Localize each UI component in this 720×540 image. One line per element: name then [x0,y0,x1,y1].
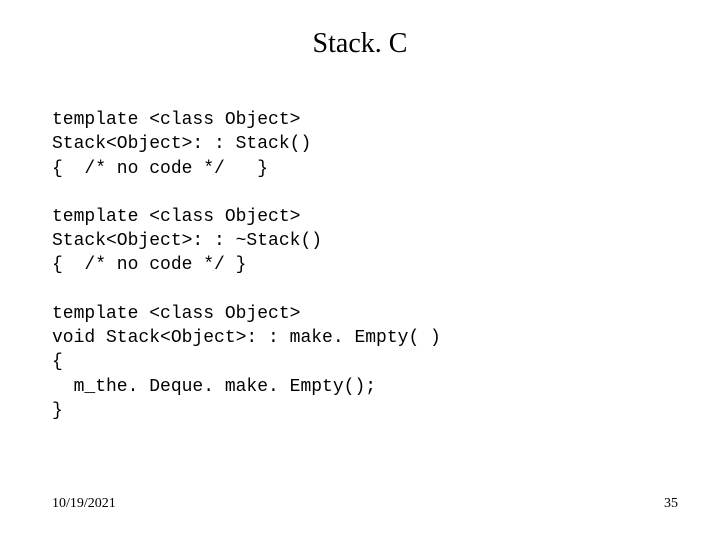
code-block-2: template <class Object> Stack<Object>: :… [52,205,672,278]
slide-body: template <class Object> Stack<Object>: :… [52,108,672,447]
footer-page-number: 35 [664,496,678,512]
code-block-3: template <class Object> void Stack<Objec… [52,302,672,423]
footer-date: 10/19/2021 [52,496,116,512]
slide: Stack. C template <class Object> Stack<O… [0,0,720,540]
slide-title: Stack. C [0,28,720,60]
code-block-1: template <class Object> Stack<Object>: :… [52,108,672,181]
